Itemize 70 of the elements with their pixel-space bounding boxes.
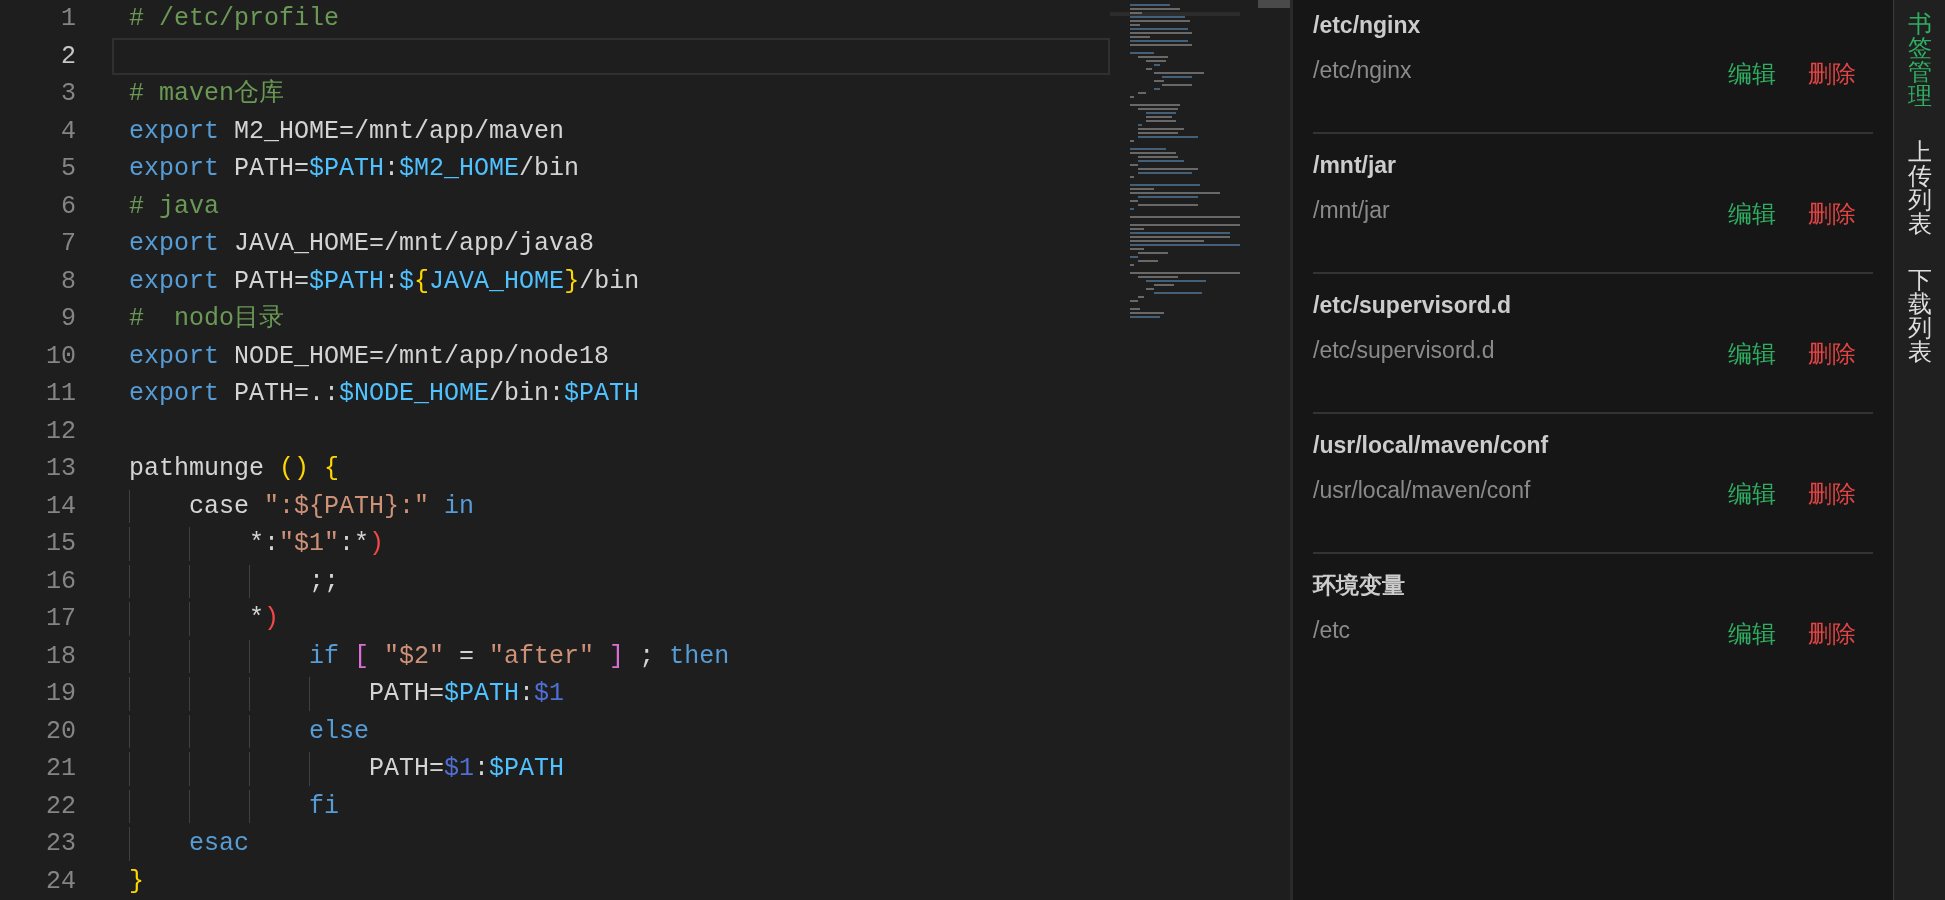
line-number: 17 <box>45 603 76 635</box>
line-number: 18 <box>45 640 76 673</box>
code-line: *:"$1":*) <box>249 528 385 560</box>
bookmark-path: /etc/nginx <box>1313 56 1413 85</box>
code-line: PATH=$PATH:$1 <box>369 678 565 710</box>
bookmark-title: /etc/supervisord.d <box>1313 291 1513 320</box>
edit-button[interactable]: 编辑 <box>1728 616 1776 652</box>
side-tab[interactable]: 下载列表 <box>1907 268 1932 364</box>
line-number: 15 <box>45 528 76 560</box>
code-line: PATH=$1:$PATH <box>369 753 565 785</box>
line-number: 14 <box>45 490 76 523</box>
scrollbar-thumb[interactable] <box>1258 0 1290 8</box>
line-number: 21 <box>45 753 76 785</box>
line-number: 8 <box>60 265 76 298</box>
code-line: export JAVA_HOME=/mnt/app/java8 <box>129 228 595 260</box>
code-line: export M2_HOME=/mnt/app/maven <box>129 115 565 148</box>
code-line: *) <box>249 603 280 635</box>
delete-button[interactable]: 删除 <box>1808 56 1856 92</box>
line-number: 2 <box>60 40 76 73</box>
bookmark-title: /etc/nginx <box>1313 11 1422 40</box>
line-number: 1 <box>60 3 76 35</box>
line-number: 11 <box>45 378 76 410</box>
code-line: export PATH=$PATH:${JAVA_HOME}/bin <box>129 265 640 298</box>
line-number: 16 <box>45 565 76 598</box>
code-line: export PATH=$PATH:$M2_HOME/bin <box>129 153 580 185</box>
code-line: case ":${PATH}:" in <box>189 490 475 523</box>
edit-button[interactable]: 编辑 <box>1728 476 1776 512</box>
edit-button[interactable]: 编辑 <box>1728 196 1776 232</box>
code-line: if [ "$2" = "after" ] ; then <box>309 640 730 673</box>
side-tab[interactable]: 书签管理 <box>1907 12 1932 108</box>
bookmark-title: /mnt/jar <box>1313 151 1398 180</box>
bookmark-title: /usr/local/maven/conf <box>1313 431 1550 460</box>
line-number: 22 <box>45 790 76 823</box>
line-number: 6 <box>60 190 76 223</box>
side-tab[interactable]: 上传列表 <box>1907 140 1932 236</box>
line-number: 5 <box>60 153 76 185</box>
bookmark-path: /etc/supervisord.d <box>1313 336 1496 365</box>
line-number: 12 <box>45 415 76 448</box>
code-line: } <box>129 865 144 898</box>
code-line: # nodo目录 <box>129 303 285 335</box>
bookmark-path: /etc <box>1313 616 1352 645</box>
edit-button[interactable]: 编辑 <box>1728 56 1776 92</box>
code-line: # java <box>129 190 219 223</box>
code-line: ;; <box>309 565 340 598</box>
line-number: 23 <box>45 828 76 860</box>
code-line: fi <box>309 790 340 823</box>
bookmark-path: /usr/local/maven/conf <box>1313 476 1532 505</box>
delete-button[interactable]: 删除 <box>1808 476 1856 512</box>
code-line: export PATH=.:$NODE_HOME/bin:$PATH <box>129 378 640 410</box>
code-line: else <box>309 715 370 748</box>
bookmark-path: /mnt/jar <box>1313 196 1391 225</box>
delete-button[interactable]: 删除 <box>1808 196 1856 232</box>
edit-button[interactable]: 编辑 <box>1728 336 1776 372</box>
code-line: esac <box>189 828 249 860</box>
code-line: # maven仓库 <box>129 78 285 110</box>
code-line: pathmunge () { <box>129 453 340 485</box>
line-number: 13 <box>45 453 76 485</box>
delete-button[interactable]: 删除 <box>1808 616 1856 652</box>
line-number: 9 <box>60 303 76 335</box>
line-number: 7 <box>60 228 76 260</box>
line-number: 3 <box>60 78 76 110</box>
line-number: 20 <box>45 715 76 748</box>
code-line: # /etc/profile <box>129 3 340 35</box>
bookmark-title: 环境变量 <box>1313 571 1406 600</box>
delete-button[interactable]: 删除 <box>1808 336 1856 372</box>
line-number: 4 <box>60 115 76 148</box>
line-number: 19 <box>45 678 76 710</box>
code-line: export NODE_HOME=/mnt/app/node18 <box>129 340 610 373</box>
line-number: 10 <box>45 340 76 373</box>
line-number: 24 <box>45 865 76 898</box>
